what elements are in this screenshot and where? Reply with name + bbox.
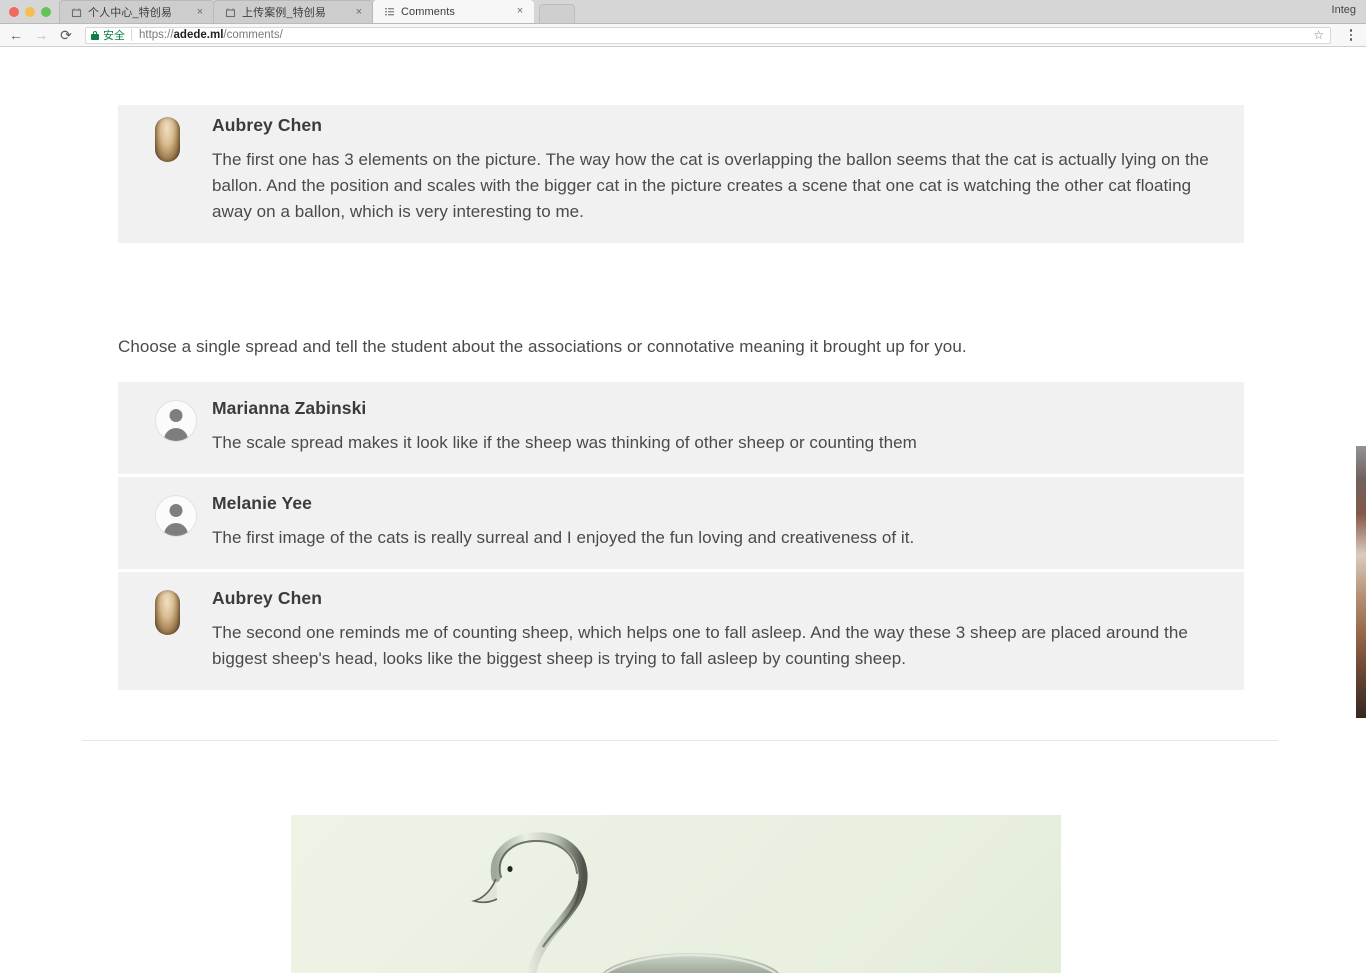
tab-comments[interactable]: Comments × xyxy=(372,0,534,23)
menu-icon[interactable] xyxy=(1344,29,1358,41)
close-icon[interactable]: × xyxy=(514,6,526,18)
comment-item[interactable]: Melanie Yee The first image of the cats … xyxy=(118,477,1244,569)
avatar-default-icon xyxy=(155,495,197,537)
avatar xyxy=(140,493,212,551)
minimize-window-button[interactable] xyxy=(25,7,35,17)
tab-title: Comments xyxy=(401,5,455,18)
back-icon[interactable]: ← xyxy=(8,27,24,43)
comment-author: Aubrey Chen xyxy=(212,588,323,608)
comment-item[interactable]: Marianna Zabinski The scale spread makes… xyxy=(118,382,1244,474)
tab-strip: 个人中心_特创易 × 上传案例_特创易 × Comments × Integ xyxy=(0,0,1366,24)
bookmark-icon[interactable]: ☆ xyxy=(1313,28,1324,42)
tab-personal-center[interactable]: 个人中心_特创易 × xyxy=(59,0,214,23)
swan-illustration xyxy=(471,832,780,973)
url-text: https://adede.ml/comments/ xyxy=(139,29,283,41)
page-icon xyxy=(224,6,236,18)
prompt-text: Choose a single spread and tell the stud… xyxy=(118,337,967,356)
list-icon xyxy=(383,6,395,18)
comment-item[interactable]: Aubrey Chen The first one has 3 elements… xyxy=(118,105,1244,243)
comment-author: Marianna Zabinski xyxy=(212,398,367,418)
avatar xyxy=(140,115,212,225)
close-icon[interactable]: × xyxy=(194,6,206,18)
comment-text: The scale spread makes it look like if t… xyxy=(212,433,917,452)
comment-item[interactable]: Aubrey Chen The second one reminds me of… xyxy=(118,572,1244,690)
lock-icon xyxy=(91,30,99,40)
avatar xyxy=(140,588,212,672)
comment-group-bottom: Marianna Zabinski The scale spread makes… xyxy=(118,382,1244,690)
reload-icon[interactable]: ⟳ xyxy=(58,27,74,43)
comment-author: Melanie Yee xyxy=(212,493,313,513)
address-bar[interactable]: 安全 https://adede.ml/comments/ ☆ xyxy=(85,26,1331,44)
avatar-photo xyxy=(155,117,180,162)
swan-figurine-image xyxy=(291,815,1061,973)
browser-toolbar: ← → ⟳ 安全 https://adede.ml/comments/ ☆ xyxy=(0,24,1366,47)
tab-upload-case[interactable]: 上传案例_特创易 × xyxy=(213,0,373,23)
comment-text: The first image of the cats is really su… xyxy=(212,528,915,547)
avatar-photo xyxy=(155,590,180,635)
background-window-strip xyxy=(1356,446,1366,718)
maximize-window-button[interactable] xyxy=(41,7,51,17)
comment-group-top: Aubrey Chen The first one has 3 elements… xyxy=(118,105,1244,246)
close-icon[interactable]: × xyxy=(353,6,365,18)
profile-label[interactable]: Integ xyxy=(1332,4,1356,16)
url-scheme: https:// xyxy=(139,29,174,41)
prompt-and-comments: Choose a single spread and tell the stud… xyxy=(118,334,1244,693)
avatar xyxy=(140,398,212,456)
new-tab-button[interactable] xyxy=(539,4,575,23)
tab-list: 个人中心_特创易 × 上传案例_特创易 × Comments × xyxy=(59,0,575,23)
tab-title: 上传案例_特创易 xyxy=(242,7,326,19)
page-viewport: Aubrey Chen The first one has 3 elements… xyxy=(0,48,1366,973)
omnibox-divider xyxy=(131,29,132,41)
comment-author: Aubrey Chen xyxy=(212,115,323,135)
avatar-default-icon xyxy=(155,400,197,442)
url-host: adede.ml xyxy=(173,29,224,41)
page-icon xyxy=(70,6,82,18)
window-controls xyxy=(0,7,59,23)
security-label: 安全 xyxy=(103,30,125,42)
url-path: /comments/ xyxy=(223,29,283,41)
close-window-button[interactable] xyxy=(9,7,19,17)
forward-icon[interactable]: → xyxy=(33,27,49,43)
section-divider xyxy=(82,740,1278,741)
browser-window: 个人中心_特创易 × 上传案例_特创易 × Comments × Integ ←… xyxy=(0,0,1366,973)
comment-text: The first one has 3 elements on the pict… xyxy=(212,150,1209,221)
comment-text: The second one reminds me of counting sh… xyxy=(212,623,1188,668)
tab-title: 个人中心_特创易 xyxy=(88,7,172,19)
